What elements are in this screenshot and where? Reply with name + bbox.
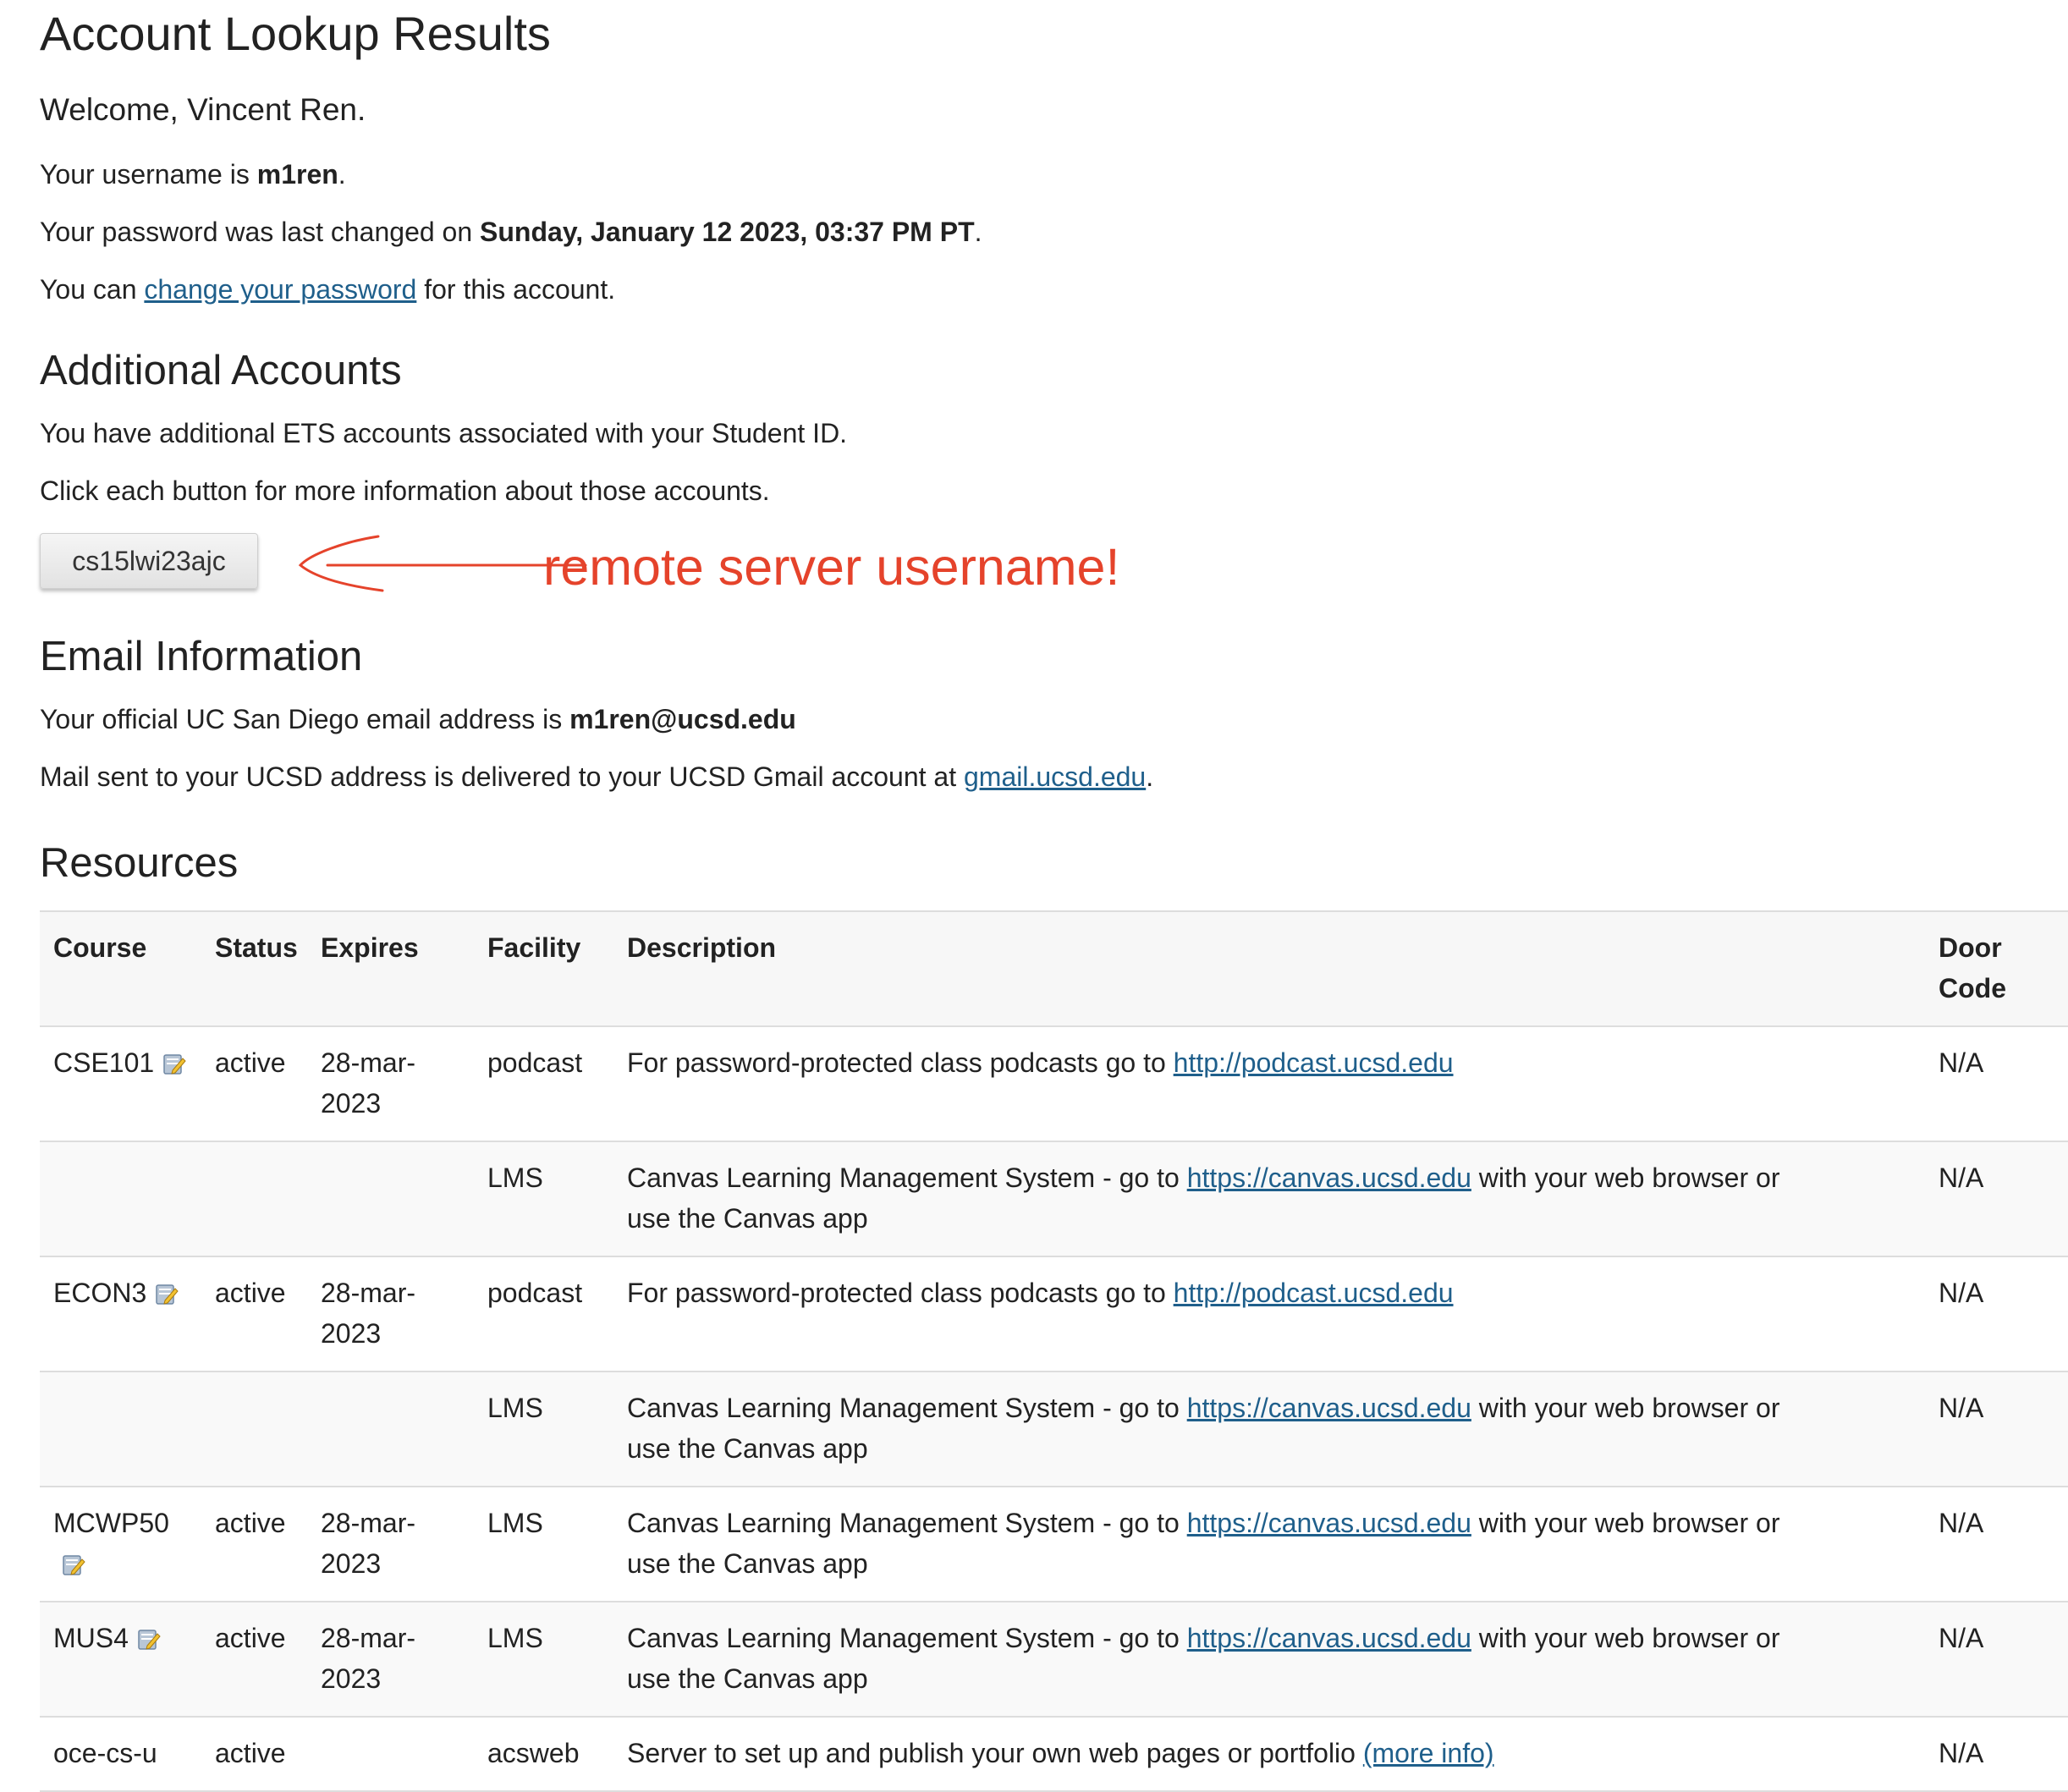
additional-accounts-text: You have additional ETS accounts associa… — [40, 418, 848, 448]
canvas-link[interactable]: https://canvas.ucsd.edu — [1187, 1393, 1471, 1423]
canvas-link[interactable]: https://canvas.ucsd.edu — [1187, 1163, 1471, 1193]
email-information-heading: Email Information — [40, 634, 363, 679]
cell-description: For password-protected class podcasts go… — [627, 1047, 1454, 1078]
table-row: MCWP50 active 28-mar- 2023 LMS Canvas Learnin… — [40, 1487, 2068, 1602]
cell-facility: podcast — [487, 1278, 583, 1308]
cell-expires: 28-mar- 2023 — [321, 1047, 416, 1119]
cell-description: Canvas Learning Management System - go t… — [627, 1623, 1780, 1694]
username-value: m1ren — [256, 159, 338, 190]
official-email-line: Your official UC San Diego email address… — [40, 704, 796, 734]
edit-notes-icon[interactable] — [62, 1553, 85, 1576]
cell-course: ECON3 — [40, 1256, 201, 1371]
additional-accounts-heading: Additional Accounts — [40, 348, 402, 393]
change-password-line: You can change your password for this ac… — [40, 274, 616, 305]
cell-facility: LMS — [487, 1163, 543, 1193]
resources-heading: Resources — [40, 840, 239, 886]
cell-door-code: N/A — [1939, 1738, 1984, 1768]
cell-expires: 28-mar- 2023 — [321, 1278, 416, 1349]
cell-expires: 28-mar- 2023 — [321, 1623, 416, 1694]
cell-door-code: N/A — [1939, 1623, 1984, 1653]
cell-status: active — [215, 1738, 286, 1768]
cell-expires — [307, 1141, 474, 1256]
cell-status — [201, 1371, 307, 1487]
gmail-link[interactable]: gmail.ucsd.edu — [964, 761, 1146, 792]
cell-course: MUS4 — [40, 1602, 201, 1717]
podcast-link[interactable]: http://podcast.ucsd.edu — [1174, 1047, 1454, 1078]
cell-door-code: N/A — [1939, 1163, 1984, 1193]
cell-status: active — [215, 1278, 286, 1308]
cell-description: Canvas Learning Management System - go t… — [627, 1163, 1780, 1234]
cell-expires — [307, 1371, 474, 1487]
page-title: Account Lookup Results — [40, 7, 551, 60]
cell-description: Canvas Learning Management System - go t… — [627, 1508, 1780, 1579]
cell-facility: LMS — [487, 1508, 543, 1538]
cell-status: active — [215, 1623, 286, 1653]
official-email-value: m1ren@ucsd.edu — [569, 704, 796, 734]
cell-status: active — [215, 1047, 286, 1078]
cell-door-code: N/A — [1939, 1047, 1984, 1078]
resources-table: Course Status Expires Facility Descripti… — [40, 910, 2068, 1792]
col-course: Course — [53, 932, 147, 963]
col-expires: Expires — [321, 932, 419, 963]
cell-course: oce-cs-u — [53, 1738, 157, 1768]
table-row: oce-cs-u active acsweb Server to set up and… — [40, 1717, 2068, 1791]
welcome-message: Welcome, Vincent Ren. — [40, 92, 366, 127]
cell-facility: acsweb — [487, 1738, 580, 1768]
password-changed-line: Your password was last changed on Sunday… — [40, 217, 982, 247]
additional-accounts-instructions: Click each button for more information a… — [40, 475, 770, 506]
canvas-link[interactable]: https://canvas.ucsd.edu — [1187, 1508, 1471, 1538]
cell-expires — [307, 1717, 474, 1791]
table-header-row: Course Status Expires Facility Descripti… — [40, 911, 2068, 1026]
page: Account Lookup Results Welcome, Vincent … — [0, 0, 2068, 1791]
cell-facility: LMS — [487, 1393, 543, 1423]
additional-account-row: cs15lwi23ajc remote server username! — [40, 533, 2068, 601]
table-row: LMS Canvas Learning Management System - g… — [40, 1371, 2068, 1487]
table-row: CSE101 active 28-mar- 2023 podcast For passwo… — [40, 1026, 2068, 1141]
podcast-link[interactable]: http://podcast.ucsd.edu — [1174, 1278, 1454, 1308]
content: Account Lookup Results Welcome, Vincent … — [40, 0, 2068, 1792]
edit-notes-icon[interactable] — [162, 1052, 186, 1075]
canvas-link[interactable]: https://canvas.ucsd.edu — [1187, 1623, 1471, 1653]
cell-door-code: N/A — [1939, 1508, 1984, 1538]
username-line: Your username is m1ren. — [40, 159, 346, 190]
cell-facility: LMS — [487, 1623, 543, 1653]
col-status: Status — [215, 932, 298, 963]
edit-notes-icon[interactable] — [137, 1627, 161, 1651]
password-changed-date: Sunday, January 12 2023, 03:37 PM PT — [480, 217, 975, 247]
cell-course: CSE101 — [40, 1026, 201, 1141]
table-row: LMS Canvas Learning Management System - g… — [40, 1141, 2068, 1256]
cell-status: active — [215, 1508, 286, 1538]
table-row: ECON3 active 28-mar- 2023 podcast For passwor… — [40, 1256, 2068, 1371]
cell-description: Canvas Learning Management System - go t… — [627, 1393, 1780, 1464]
cell-door-code: N/A — [1939, 1393, 1984, 1423]
gmail-line: Mail sent to your UCSD address is delive… — [40, 761, 1154, 792]
cell-description: For password-protected class podcasts go… — [627, 1278, 1454, 1308]
cell-expires: 28-mar- 2023 — [321, 1508, 416, 1579]
cell-door-code: N/A — [1939, 1278, 1984, 1308]
edit-notes-icon[interactable] — [155, 1282, 179, 1306]
col-facility: Facility — [487, 932, 581, 963]
annotation-text: remote server username! — [543, 538, 1120, 596]
cell-course — [40, 1371, 201, 1487]
col-door-code: Door Code — [1939, 932, 2006, 1003]
col-description: Description — [627, 932, 777, 963]
change-password-link[interactable]: change your password — [144, 274, 416, 305]
cell-description: Server to set up and publish your own we… — [627, 1738, 1494, 1768]
cell-course: MCWP50 — [40, 1487, 201, 1602]
additional-account-button[interactable]: cs15lwi23ajc — [40, 533, 258, 589]
cell-facility: podcast — [487, 1047, 583, 1078]
table-row: MUS4 active 28-mar- 2023 LMS Canvas Learning … — [40, 1602, 2068, 1717]
cell-status — [201, 1141, 307, 1256]
cell-course — [40, 1141, 201, 1256]
resources-table-body: CSE101 active 28-mar- 2023 podcast For passwo… — [40, 1026, 2068, 1791]
more-info-link[interactable]: (more info) — [1363, 1738, 1494, 1768]
